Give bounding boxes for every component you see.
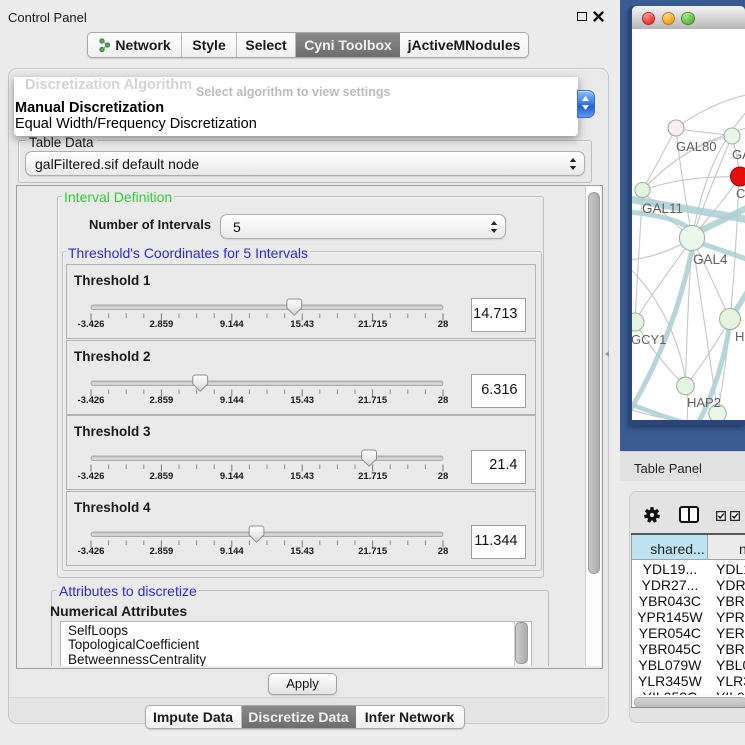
svg-text:GAL80: GAL80: [676, 139, 716, 154]
svg-text:HI: HI: [735, 329, 745, 344]
svg-text:HAP2: HAP2: [687, 395, 721, 410]
svg-text:GAL4: GAL4: [693, 252, 728, 267]
svg-text:GCY1: GCY1: [632, 332, 666, 347]
svg-text:CY: CY: [736, 186, 745, 201]
svg-text:GAL11: GAL11: [642, 201, 683, 216]
svg-text:GA: GA: [732, 147, 745, 162]
